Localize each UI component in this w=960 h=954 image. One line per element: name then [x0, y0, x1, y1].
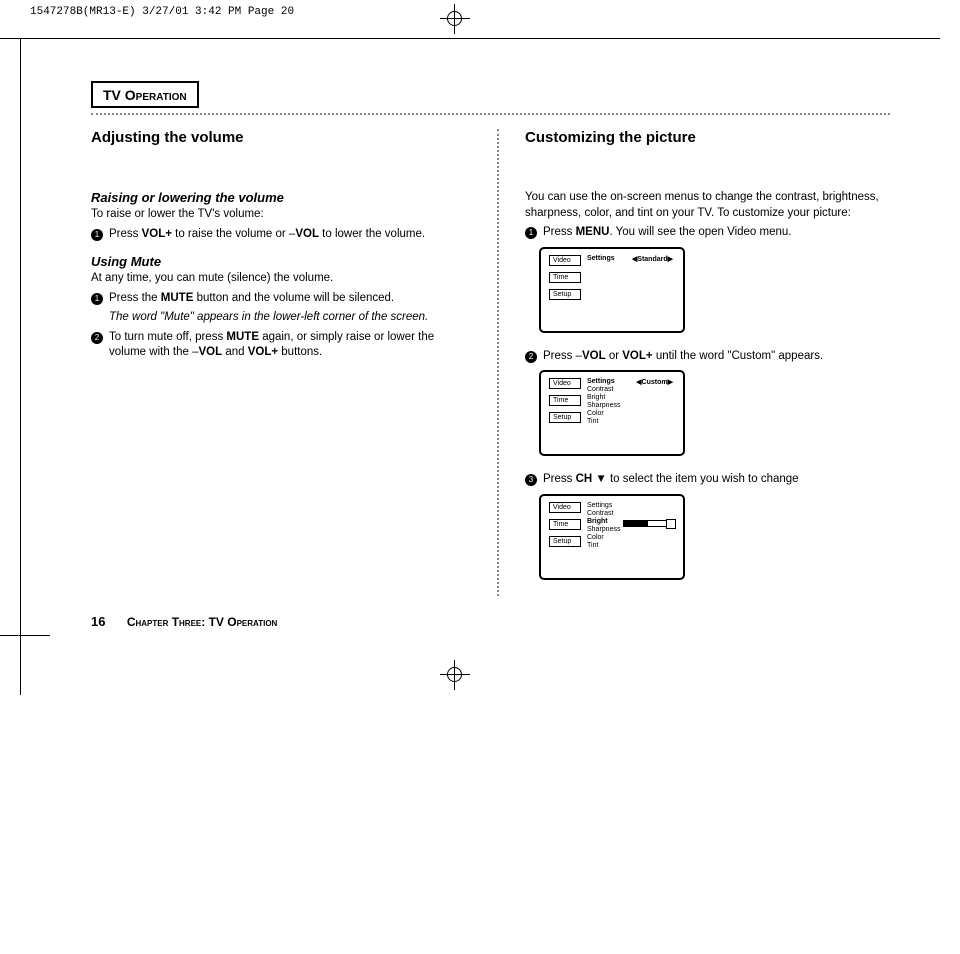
tv-menu-diagram: Video Time Setup Settings ◀Standard▶: [539, 247, 685, 333]
step-number-icon: 2: [91, 332, 103, 344]
registration-mark-icon: [444, 664, 466, 686]
submenu: Settings Contrast Bright Sharpness Color…: [587, 378, 620, 426]
right-column: Customizing the picture You can use the …: [525, 129, 890, 596]
menu-item-video: Video: [549, 502, 581, 513]
intro-text: At any time, you can mute (silence) the …: [91, 271, 471, 287]
heading-customizing-picture: Customizing the picture: [525, 129, 890, 146]
registration-mark-icon: [444, 8, 466, 30]
step-number-icon: 1: [91, 293, 103, 305]
step-item: 2 To turn mute off, press MUTE again, or…: [91, 330, 471, 361]
step-number-icon: 1: [525, 227, 537, 239]
menu-item-video: Video: [549, 255, 581, 266]
submenu: Settings: [587, 255, 615, 263]
page-footer: 16 Chapter Three: TV Operation: [91, 614, 890, 629]
step-number-icon: 1: [91, 229, 103, 241]
subheading-raise-lower: Raising or lowering the volume: [91, 190, 471, 205]
section-heading-text: TV Operation: [103, 87, 187, 103]
menu-item-setup: Setup: [549, 289, 581, 300]
step-text: Press CH ▼ to select the item you wish t…: [543, 472, 890, 488]
subheading-using-mute: Using Mute: [91, 254, 471, 269]
tv-menu-diagram: Video Time Setup Settings Contrast Brigh…: [539, 370, 685, 456]
left-column: Adjusting the volume Raising or lowering…: [91, 129, 471, 596]
step-text: Press the MUTE button and the volume wil…: [109, 291, 471, 307]
slider-icon: [623, 520, 671, 527]
menu-value: ◀Custom▶: [636, 378, 673, 386]
menu-value: ◀Standard▶: [632, 255, 673, 263]
page-body: TV Operation Adjusting the volume Raisin…: [20, 38, 940, 659]
menu-item-setup: Setup: [549, 412, 581, 423]
menu-item-setup: Setup: [549, 536, 581, 547]
print-slug: 1547278B(MR13-E) 3/27/01 3:42 PM Page 20: [30, 6, 294, 18]
step-item: 3 Press CH ▼ to select the item you wish…: [525, 472, 890, 488]
column-divider: [497, 129, 499, 596]
step-item: 1 Press VOL+ to raise the volume or –VOL…: [91, 227, 471, 243]
intro-text: You can use the on-screen menus to chang…: [525, 190, 890, 221]
menu-item-time: Time: [549, 272, 581, 283]
step-number-icon: 2: [525, 351, 537, 363]
menu-item-video: Video: [549, 378, 581, 389]
step-text: Press –VOL or VOL+ until the word "Custo…: [543, 349, 890, 365]
step-item: 1 Press the MUTE button and the volume w…: [91, 291, 471, 307]
submenu: Settings Contrast Bright Sharpness Color…: [587, 502, 620, 550]
step-text: To turn mute off, press MUTE again, or s…: [109, 330, 471, 361]
divider: [91, 113, 890, 115]
chapter-label: Chapter Three: TV Operation: [127, 615, 278, 629]
crop-tick: [0, 38, 20, 39]
intro-text: To raise or lower the TV's volume:: [91, 207, 471, 223]
step-text: Press VOL+ to raise the volume or –VOL t…: [109, 227, 471, 243]
menu-item-time: Time: [549, 395, 581, 406]
step-number-icon: 3: [525, 474, 537, 486]
step-item: 2 Press –VOL or VOL+ until the word "Cus…: [525, 349, 890, 365]
heading-adjusting-volume: Adjusting the volume: [91, 129, 471, 146]
step-item: 1 Press MENU. You will see the open Vide…: [525, 225, 890, 241]
section-heading: TV Operation: [91, 81, 199, 108]
menu-item-time: Time: [549, 519, 581, 530]
tv-menu-diagram: Video Time Setup Settings Contrast Brigh…: [539, 494, 685, 580]
page-number: 16: [91, 614, 105, 629]
note-text: The word "Mute" appears in the lower-lef…: [109, 310, 471, 326]
step-text: Press MENU. You will see the open Video …: [543, 225, 890, 241]
